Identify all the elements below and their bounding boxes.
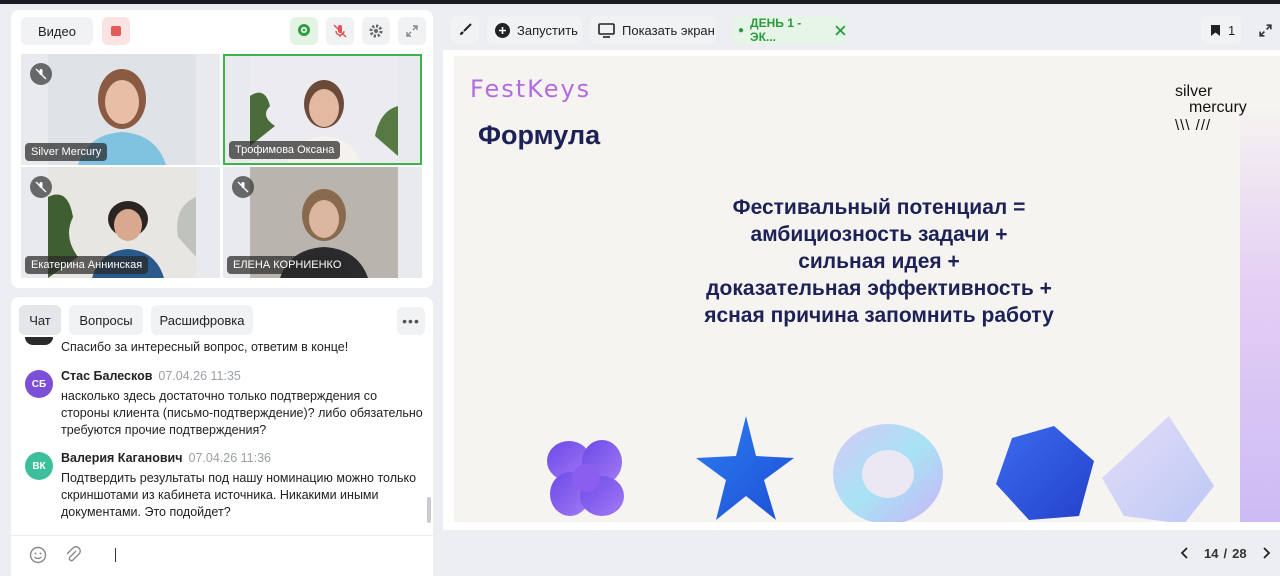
chevron-left-icon[interactable] xyxy=(1178,546,1192,560)
silver-mercury-logo: silver mercury \\\ /// xyxy=(1175,83,1247,134)
mic-off-icon xyxy=(333,24,347,38)
presentation-area: FestKeys silver mercury \\\ /// Формула … xyxy=(443,50,1280,530)
tab-chat[interactable]: Чат xyxy=(19,305,61,335)
tab-questions[interactable]: Вопросы xyxy=(69,305,143,335)
mic-off-button[interactable] xyxy=(326,17,354,45)
chat-input-row xyxy=(11,535,433,576)
mic-muted-icon xyxy=(30,176,52,198)
chevron-right-icon[interactable] xyxy=(1259,546,1273,560)
plus-circle-icon xyxy=(495,22,510,38)
bookmark-icon xyxy=(1211,24,1220,36)
participant-tile[interactable]: Екатерина Аннинская xyxy=(21,167,220,278)
total-pages: 28 xyxy=(1232,545,1247,561)
fullscreen-button[interactable] xyxy=(1251,16,1279,44)
festkeys-logo: FestKeys xyxy=(470,75,592,103)
mic-muted-icon xyxy=(232,176,254,198)
chat-message-time: 07.04.26 11:36 xyxy=(188,451,271,465)
page-separator: / xyxy=(1223,545,1228,561)
attach-icon[interactable] xyxy=(64,546,82,564)
chat-message-text: Подтвердить результаты под нашу номинаци… xyxy=(61,471,417,519)
participant-name: ЕЛЕНА КОРНИЕНКО xyxy=(227,256,348,274)
participant-name: Трофимова Оксана xyxy=(229,141,341,159)
avatar: СБ xyxy=(25,370,53,398)
ring-shape xyxy=(833,424,943,522)
record-button[interactable] xyxy=(102,17,130,45)
close-icon[interactable] xyxy=(835,24,846,36)
chat-message-time: 07.04.26 11:35 xyxy=(158,369,241,383)
chat-panel: Чат Вопросы Расшифровка ••• Спасибо за и… xyxy=(11,297,433,576)
settings-button[interactable] xyxy=(362,17,390,45)
tab-transcript[interactable]: Расшифровка xyxy=(151,305,253,335)
participant-tile[interactable]: ЕЛЕНА КОРНИЕНКО xyxy=(223,167,422,278)
clover-shape xyxy=(547,440,624,516)
participant-tile-active[interactable]: Трофимова Оксана xyxy=(223,54,422,165)
bookmark-button[interactable]: 1 xyxy=(1201,16,1241,44)
slide-decorative-shapes xyxy=(547,416,1214,522)
expand-icon xyxy=(1258,23,1272,37)
slide: FestKeys silver mercury \\\ /// Формула … xyxy=(454,56,1280,522)
current-page: 14 xyxy=(1204,545,1219,561)
chat-scrollbar[interactable] xyxy=(427,497,431,523)
monitor-icon xyxy=(598,22,615,38)
expand-icon xyxy=(406,25,418,37)
video-panel: Видео Silver Mercury Трофимова Оксана Ек… xyxy=(11,10,433,288)
pyramid-shape xyxy=(1102,416,1214,522)
presentation-toolbar: Запустить Показать экран ● ДЕНЬ 1 - ЭК..… xyxy=(443,10,1280,50)
participant-tile[interactable]: Silver Mercury xyxy=(21,54,220,165)
status-dot-icon: ● xyxy=(738,24,745,36)
camera-icon xyxy=(298,24,310,36)
gear-icon xyxy=(369,24,383,38)
share-screen-button[interactable]: Показать экран xyxy=(590,16,716,44)
chat-input-field[interactable] xyxy=(115,548,116,562)
mic-muted-icon xyxy=(30,63,52,85)
window-top-bar xyxy=(0,0,1280,4)
slide-formula: Фестивальный потенциал = амбициозность з… xyxy=(704,196,1054,327)
video-panel-header: Видео xyxy=(11,10,433,52)
chat-message-text: Спасибо за интересный вопрос, ответим в … xyxy=(61,340,349,354)
expand-button[interactable] xyxy=(398,17,426,45)
star-shape xyxy=(696,416,794,520)
slide-pager: 14 / 28 xyxy=(1172,540,1280,566)
record-icon xyxy=(111,26,121,36)
video-button[interactable]: Видео xyxy=(21,17,93,45)
launch-button[interactable]: Запустить xyxy=(487,16,582,44)
more-options-button[interactable]: ••• xyxy=(397,307,425,335)
chat-message-author: Валерия Каганович 07.04.26 11:36 xyxy=(61,451,271,465)
chat-message-text: насколько здесь достаточно только подтве… xyxy=(61,389,423,437)
participant-name: Екатерина Аннинская xyxy=(25,256,149,274)
avatar xyxy=(25,337,53,345)
chat-message-author: Стас Балесков 07.04.26 11:35 xyxy=(61,369,241,383)
brush-icon xyxy=(460,23,472,35)
active-session-tab[interactable]: ● ДЕНЬ 1 - ЭК... xyxy=(732,16,846,44)
avatar: ВК xyxy=(25,452,53,480)
camera-on-button[interactable] xyxy=(290,17,318,45)
emoji-icon[interactable] xyxy=(29,546,47,564)
participant-name: Silver Mercury xyxy=(25,143,108,161)
cube-shape xyxy=(996,426,1094,520)
slide-title: Формула xyxy=(478,120,601,150)
draw-button[interactable] xyxy=(451,16,479,44)
